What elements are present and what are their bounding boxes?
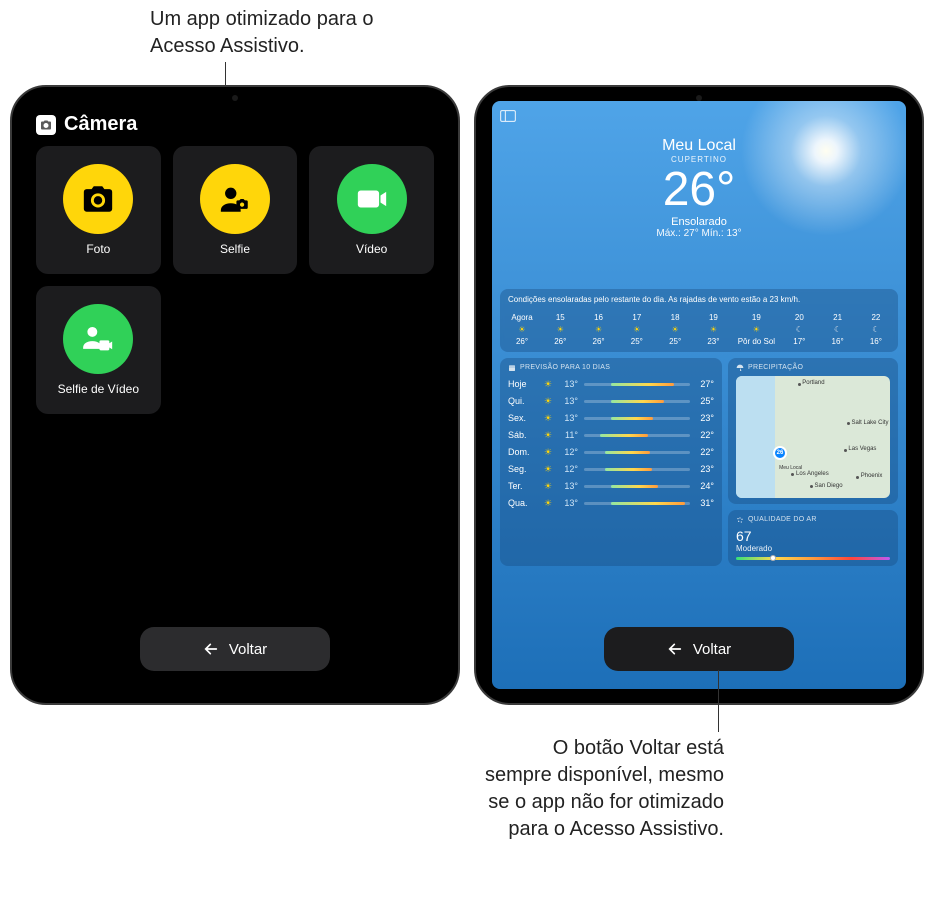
daily-row: Ter. ☀ 13° 24° — [508, 478, 714, 495]
map-city-label: San Diego — [815, 483, 843, 489]
hourly-item: 17☀25° — [623, 313, 651, 346]
ipad-left: Câmera Foto Selfie Víde — [10, 85, 460, 705]
weather-sublocation: CUPERTINO — [492, 155, 906, 164]
aq-marker — [770, 555, 776, 561]
map-my-location-label: Meu Local — [779, 465, 802, 471]
hourly-item: Agora☀26° — [508, 313, 536, 346]
hourly-item: 16☀26° — [585, 313, 613, 346]
callout-top: Um app otimizado para o Acesso Assistivo… — [150, 6, 410, 60]
camera-tile-foto[interactable]: Foto — [36, 146, 161, 274]
weather-summary: Condições ensolaradas pelo restante do d… — [508, 295, 890, 305]
ipad-right: Meu Local CUPERTINO 26° Ensolarado Máx.:… — [474, 85, 924, 705]
hourly-item: 18☀25° — [661, 313, 689, 346]
camera-icon — [63, 164, 133, 234]
weather-precip-header: PRECIPITAÇÃO — [736, 364, 890, 372]
selfie-icon — [200, 164, 270, 234]
selfie-video-icon — [63, 304, 133, 374]
aq-level: Moderado — [736, 544, 890, 553]
map-city-label: Salt Lake City — [852, 420, 889, 426]
camera-app-icon — [36, 115, 56, 135]
map-city-label: Los Angeles — [796, 471, 829, 477]
back-button-camera[interactable]: Voltar — [140, 627, 330, 671]
camera-grid: Foto Selfie Vídeo Selfie d — [28, 146, 442, 414]
map-city-label: Phoenix — [861, 473, 883, 479]
daily-row: Hoje ☀ 13° 27° — [508, 376, 714, 393]
back-button-label: Voltar — [693, 641, 731, 658]
map-city-dot — [791, 473, 794, 476]
camera-tile-selfie-video[interactable]: Selfie de Vídeo — [36, 286, 161, 414]
camera-title: Câmera — [64, 113, 137, 136]
weather-air-quality-panel[interactable]: QUALIDADE DO AR 67 Moderado — [728, 510, 898, 566]
arrow-left-icon — [203, 641, 219, 657]
weather-hourly-panel: Condições ensolaradas pelo restante do d… — [500, 289, 898, 352]
camera-tile-label: Selfie — [220, 242, 250, 256]
camera-tile-label: Vídeo — [356, 242, 387, 256]
back-button-label: Voltar — [229, 641, 267, 658]
aq-scale-bar — [736, 557, 890, 560]
daily-row: Sáb. ☀ 11° 22° — [508, 427, 714, 444]
back-button-weather[interactable]: Voltar — [604, 627, 794, 671]
precip-map[interactable]: Portland Salt Lake City Las Vegas Los Angel… — [736, 376, 890, 498]
map-ocean — [736, 376, 775, 498]
weather-daily-panel[interactable]: PREVISÃO PARA 10 DIAS Hoje ☀ 13° 27° Qui… — [500, 358, 722, 566]
map-city-dot — [844, 449, 847, 452]
weather-location: Meu Local — [492, 137, 906, 155]
daily-row: Sex. ☀ 13° 23° — [508, 410, 714, 427]
daily-row: Dom. ☀ 12° 22° — [508, 444, 714, 461]
map-my-location-pin: 26 — [773, 446, 787, 460]
weather-aq-header: QUALIDADE DO AR — [736, 516, 890, 524]
hourly-item: 19☀Pôr do Sol — [738, 313, 775, 346]
weather-side-column: PRECIPITAÇÃO Portland Salt Lake City Las V… — [728, 358, 898, 566]
weather-header: Meu Local CUPERTINO 26° Ensolarado Máx.:… — [492, 101, 906, 239]
arrow-left-icon — [667, 641, 683, 657]
daily-row: Seg. ☀ 12° 23° — [508, 461, 714, 478]
weather-condition: Ensolarado — [492, 216, 906, 228]
hourly-item: 20☾17° — [785, 313, 813, 346]
camera-tile-label: Selfie de Vídeo — [58, 382, 139, 396]
camera-tile-selfie[interactable]: Selfie — [173, 146, 298, 274]
hourly-item: 15☀26° — [546, 313, 574, 346]
map-city-dot — [856, 476, 859, 479]
camera-tile-video[interactable]: Vídeo — [309, 146, 434, 274]
camera-tile-label: Foto — [86, 242, 110, 256]
hourly-item: 22☾16° — [862, 313, 890, 346]
weather-lower-row: PREVISÃO PARA 10 DIAS Hoje ☀ 13° 27° Qui… — [500, 358, 898, 566]
daily-row: Qui. ☀ 13° 25° — [508, 393, 714, 410]
hourly-item: 19☀23° — [699, 313, 727, 346]
camera-screen: Câmera Foto Selfie Víde — [28, 101, 442, 689]
aq-icon — [736, 516, 744, 524]
weather-high-low: Máx.: 27° Mín.: 13° — [492, 228, 906, 239]
aq-value: 67 — [736, 528, 890, 544]
map-city-label: Portland — [802, 380, 824, 386]
callout-bottom-line — [718, 670, 719, 732]
map-city-dot — [810, 485, 813, 488]
video-icon — [337, 164, 407, 234]
callout-bottom: O botão Voltar está sempre disponível, m… — [484, 735, 724, 843]
weather-current-temp: 26° — [492, 166, 906, 214]
weather-hourly-row[interactable]: Agora☀26° 15☀26° 16☀26° 17☀25° 18☀25° 19☀23° 1… — [508, 313, 890, 346]
umbrella-icon — [736, 364, 744, 372]
weather-screen: Meu Local CUPERTINO 26° Ensolarado Máx.:… — [492, 101, 906, 689]
map-city-label: Las Vegas — [848, 446, 876, 452]
camera-header: Câmera — [28, 101, 442, 146]
calendar-icon — [508, 364, 516, 372]
map-city-dot — [798, 383, 801, 386]
daily-row: Qua. ☀ 13° 31° — [508, 495, 714, 512]
weather-precip-panel[interactable]: PRECIPITAÇÃO Portland Salt Lake City Las V… — [728, 358, 898, 504]
map-city-dot — [847, 422, 850, 425]
weather-daily-header: PREVISÃO PARA 10 DIAS — [508, 364, 714, 372]
hourly-item: 21☾16° — [824, 313, 852, 346]
